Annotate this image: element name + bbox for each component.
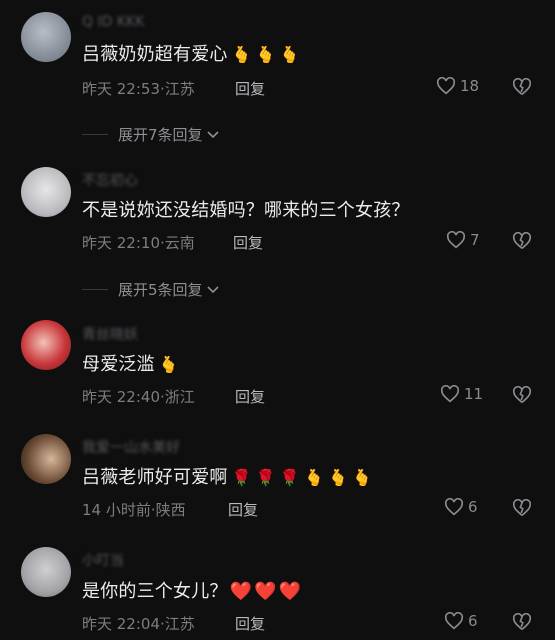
broken-heart-icon <box>512 231 532 249</box>
comment-emoji: 🌹 <box>279 468 300 487</box>
avatar[interactable] <box>21 434 71 484</box>
dislike-button[interactable] <box>512 385 532 408</box>
comment-text-body: 吕薇老师好可爱啊 <box>82 467 228 488</box>
comment-emoji: ❤️ <box>278 581 302 602</box>
comment-meta: 14 小时前·陕西 <box>82 501 186 519</box>
like-button[interactable]: 7 <box>446 231 480 249</box>
comment-username[interactable]: Q ID KKK <box>82 14 144 30</box>
divider <box>82 134 108 135</box>
comment-emoji: 🫰 <box>158 355 179 374</box>
comment-location: 陕西 <box>155 501 186 519</box>
broken-heart-icon <box>512 385 532 403</box>
comment-emoji: 🫰 <box>352 468 373 487</box>
chevron-down-icon <box>206 285 219 293</box>
reply-button[interactable]: 回复 <box>235 613 265 634</box>
like-count: 11 <box>464 385 484 403</box>
like-button[interactable]: 6 <box>444 498 478 516</box>
comment-username[interactable]: 不忘初心 <box>82 170 138 190</box>
comment-text: 吕薇老师好可爱啊 🌹 🌹 🌹 🫰 🫰 🫰 <box>82 463 372 489</box>
comment-username[interactable]: 我爱一山水美好 <box>82 437 180 457</box>
comment-text: 不是说妳还没结婚吗？哪来的三个女孩？ <box>82 200 410 221</box>
avatar[interactable] <box>21 12 71 62</box>
comment-username[interactable]: 小叮当 <box>82 550 124 570</box>
expand-replies-label: 展开5条回复 <box>118 281 203 299</box>
avatar[interactable] <box>21 547 71 597</box>
comment-emoji: ❤️ <box>254 581 277 602</box>
avatar[interactable] <box>21 320 71 370</box>
comment-text: 母爱泛滥 🫰 <box>82 350 179 376</box>
dislike-button[interactable] <box>512 77 532 100</box>
comment-emoji: 🫰 <box>231 45 252 64</box>
divider <box>82 289 108 290</box>
like-count: 7 <box>470 231 480 249</box>
comment-text-body: 是你的三个女儿？ <box>82 581 228 602</box>
chevron-down-icon <box>206 130 219 138</box>
comment-meta: 昨天 22:53·江苏 <box>82 80 195 98</box>
comment-emoji: 🌹 <box>231 468 252 487</box>
comment-location: 江苏 <box>164 80 195 98</box>
like-button[interactable]: 11 <box>440 385 483 403</box>
comment-emoji: 🌹 <box>255 468 276 487</box>
like-button[interactable]: 18 <box>436 77 479 95</box>
heart-outline-icon <box>440 385 460 403</box>
comment-emoji: ❤️ <box>229 581 253 602</box>
like-button[interactable]: 6 <box>444 612 478 630</box>
comment-emoji: 🫰 <box>279 45 300 64</box>
comment-text: 是你的三个女儿？ ❤️ ❤️ ❤️ <box>82 577 301 603</box>
expand-replies[interactable]: 展开5条回复 <box>82 279 220 300</box>
heart-outline-icon <box>446 231 466 249</box>
comment-emoji: 🫰 <box>255 45 276 64</box>
reply-button[interactable]: 回复 <box>228 499 258 520</box>
broken-heart-icon <box>512 612 532 630</box>
comment-emoji: 🫰 <box>328 468 349 487</box>
comment-text: 吕薇奶奶超有爱心 🫰 🫰 🫰 <box>82 40 300 66</box>
expand-replies-label: 展开7条回复 <box>118 126 203 144</box>
comment-meta: 昨天 22:10·云南 <box>82 234 195 252</box>
comment-location: 江苏 <box>164 615 195 633</box>
heart-outline-icon <box>444 612 464 630</box>
comment-text-body: 吕薇奶奶超有爱心 <box>82 44 228 65</box>
broken-heart-icon <box>512 498 532 516</box>
comment-emoji: 🫰 <box>303 468 325 487</box>
reply-button[interactable]: 回复 <box>233 232 263 253</box>
comment-text-body: 母爱泛滥 <box>82 354 155 375</box>
like-count: 6 <box>468 612 478 630</box>
dislike-button[interactable] <box>512 231 532 254</box>
heart-outline-icon <box>444 498 464 516</box>
heart-outline-icon <box>436 77 456 95</box>
comment-meta: 昨天 22:40·浙江 <box>82 388 195 406</box>
comment-location: 云南 <box>164 234 195 252</box>
comment-time: 昨天 22:04 <box>82 615 160 633</box>
comment-time: 昨天 22:10 <box>82 234 160 252</box>
broken-heart-icon <box>512 77 532 95</box>
comment-username[interactable]: 青丝晓妖 <box>82 324 138 344</box>
comment-time: 14 小时前 <box>82 501 151 519</box>
reply-button[interactable]: 回复 <box>235 386 265 407</box>
dislike-button[interactable] <box>512 498 532 521</box>
comment-time: 昨天 22:53 <box>82 80 160 98</box>
comment-location: 浙江 <box>164 388 195 406</box>
dislike-button[interactable] <box>512 612 532 635</box>
like-count: 18 <box>460 77 480 95</box>
reply-button[interactable]: 回复 <box>235 78 265 99</box>
comment-meta: 昨天 22:04·江苏 <box>82 615 195 633</box>
comment-time: 昨天 22:40 <box>82 388 160 406</box>
like-count: 6 <box>468 498 478 516</box>
expand-replies[interactable]: 展开7条回复 <box>82 124 220 145</box>
avatar[interactable] <box>21 167 71 217</box>
